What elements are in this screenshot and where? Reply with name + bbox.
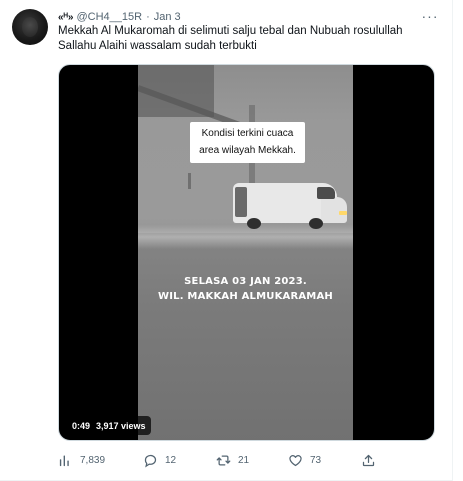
display-name[interactable]: «ᴴ» (58, 12, 73, 23)
road-shape (138, 233, 353, 440)
video-duration: 0:49 (72, 420, 91, 431)
like-count: 73 (310, 454, 322, 466)
tweet-header: «ᴴ» @CH4__15R · Jan 3 (58, 9, 181, 25)
retweet-count: 21 (238, 454, 250, 466)
separator: · (146, 11, 150, 23)
retweet-arrows-icon (216, 455, 231, 465)
more-dots-icon[interactable]: ··· (421, 7, 439, 25)
video-caption: Kondisi terkini cuaca area wilayah Mekka… (190, 122, 305, 163)
speech-bubble-icon (144, 454, 157, 467)
timestamp[interactable]: Jan 3 (154, 11, 181, 23)
van-shape (233, 183, 349, 229)
video-frame[interactable]: Kondisi terkini cuaca area wilayah Mekka… (138, 65, 353, 440)
views-button[interactable]: 7,839 (58, 451, 105, 469)
handle[interactable]: @CH4__15R (76, 11, 142, 23)
views-count: 7,839 (80, 454, 106, 466)
bar-chart-icon (59, 455, 69, 466)
retweet-button[interactable]: 21 (216, 451, 249, 469)
video-overlay-line1: SELASA 03 JAN 2023. (184, 276, 307, 287)
share-button[interactable] (361, 451, 383, 469)
heart-icon (289, 454, 302, 466)
action-bar: 7,839 12 21 73 (58, 451, 388, 469)
like-button[interactable]: 73 (288, 451, 321, 469)
upload-arrow-icon (362, 454, 375, 466)
avatar[interactable] (12, 9, 48, 45)
reply-button[interactable]: 12 (143, 451, 176, 469)
sign-post-shape (188, 173, 191, 189)
tweet-card[interactable]: «ᴴ» @CH4__15R · Jan 3 ··· Mekkah Al Muka… (0, 0, 453, 481)
video-player[interactable]: Kondisi terkini cuaca area wilayah Mekka… (58, 64, 435, 441)
video-overlay-text: SELASA 03 JAN 2023. WIL. MAKKAH ALMUKARA… (138, 274, 353, 304)
video-caption-line1: Kondisi terkini cuaca (201, 128, 294, 139)
video-stats-badge: 0:49 3,917 views (67, 416, 151, 435)
video-views: 3,917 views (96, 420, 146, 431)
tweet-text: Mekkah Al Mukaromah di selimuti salju te… (58, 25, 403, 52)
video-caption-line2: area wilayah Mekkah. (199, 145, 296, 156)
reply-count: 12 (165, 454, 177, 466)
video-overlay-line2: WIL. MAKKAH ALMUKARAMAH (158, 291, 333, 302)
